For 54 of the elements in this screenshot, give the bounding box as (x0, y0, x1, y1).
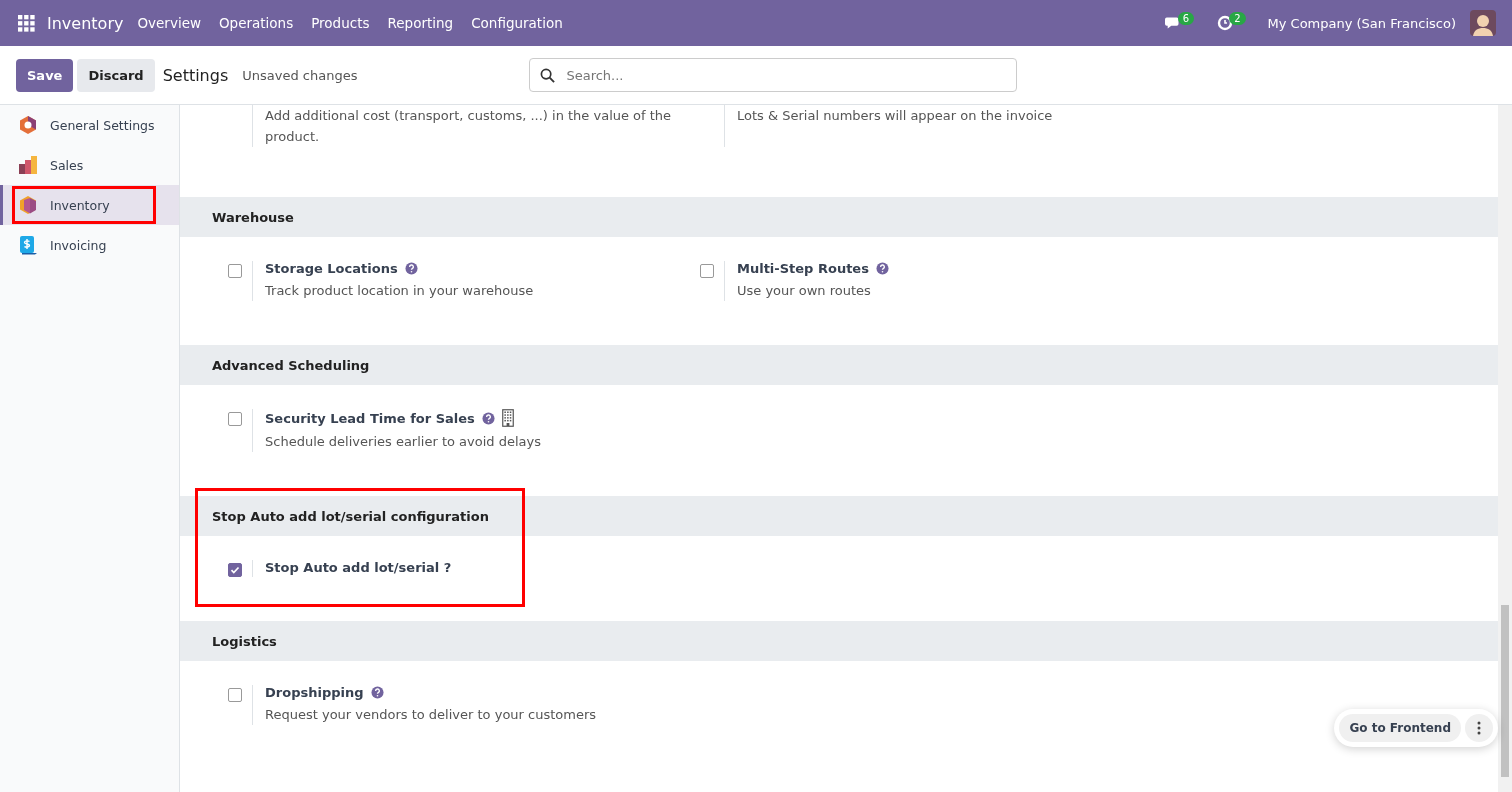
section-title: Warehouse (212, 209, 294, 225)
help-icon[interactable] (370, 686, 384, 699)
setting-title: Security Lead Time for Sales (265, 410, 475, 426)
breadcrumb-title: Settings (162, 65, 229, 85)
help-icon[interactable] (875, 262, 889, 275)
unsaved-status: Unsaved changes (242, 67, 358, 83)
activity-count-badge: 2 (1229, 11, 1246, 25)
search-field[interactable]: Search... (529, 58, 1018, 92)
sidebar-item[interactable]: Inventory (0, 185, 179, 225)
checkbox[interactable] (228, 688, 242, 702)
apps-grid-icon[interactable] (18, 14, 35, 32)
message-count-badge: 6 (1177, 11, 1195, 25)
help-icon[interactable] (481, 411, 495, 425)
menu-item[interactable]: Overview (137, 15, 201, 31)
invoice-icon (18, 235, 38, 255)
menu-item[interactable]: Products (311, 15, 370, 31)
checkbox[interactable] (228, 412, 242, 426)
company-switcher[interactable]: My Company (San Francisco) (1267, 15, 1456, 31)
setting-description: Schedule deliveries earlier to avoid delays (265, 433, 541, 451)
setting-description: Use your own routes (737, 282, 872, 300)
sidebar-item[interactable]: General Settings (0, 105, 179, 145)
bar-chart-icon (18, 155, 38, 175)
section-title: Advanced Scheduling (212, 357, 370, 373)
save-button[interactable]: Save (16, 58, 74, 92)
app-name[interactable]: Inventory (47, 13, 124, 33)
go-to-frontend-button[interactable]: Go to Frontend (1339, 714, 1461, 742)
discard-button[interactable]: Discard (77, 58, 155, 92)
menu-item[interactable]: Reporting (387, 15, 454, 31)
section-title: Stop Auto add lot/serial configuration (212, 508, 489, 524)
setting-title: Multi-Step Routes (737, 261, 869, 276)
checkbox[interactable] (228, 264, 242, 278)
section-title: Logistics (212, 633, 277, 649)
cube-icon (18, 195, 38, 215)
kebab-icon (1477, 721, 1481, 735)
setting-description: Lots & Serial numbers will appear on the invoice (737, 107, 1053, 125)
setting-description: Add additional cost (transport, customs, ...) in the value of the product. (265, 107, 673, 146)
setting-title: Storage Locations (265, 261, 398, 276)
sidebar-item[interactable]: Sales (0, 145, 179, 185)
setting-title: Stop Auto add lot/serial ? (265, 560, 452, 575)
setting-title: Dropshipping (265, 685, 364, 700)
search-icon (540, 68, 556, 83)
sidebar-item[interactable]: Invoicing (0, 225, 179, 265)
setting-description: Track product location in your warehouse (265, 282, 534, 300)
building-icon (501, 409, 514, 427)
menu-item[interactable]: Configuration (471, 15, 563, 31)
help-icon[interactable] (404, 262, 418, 275)
setting-description: Request your vendors to deliver to your customers (265, 706, 597, 724)
menu-item[interactable]: Operations (219, 15, 294, 31)
clock-icon[interactable] (1216, 15, 1235, 31)
checkbox[interactable] (700, 264, 714, 278)
hexagon-ring-icon (18, 115, 38, 135)
check-icon (229, 564, 241, 576)
user-avatar-icon[interactable] (1470, 10, 1496, 36)
checkbox[interactable] (228, 563, 242, 577)
